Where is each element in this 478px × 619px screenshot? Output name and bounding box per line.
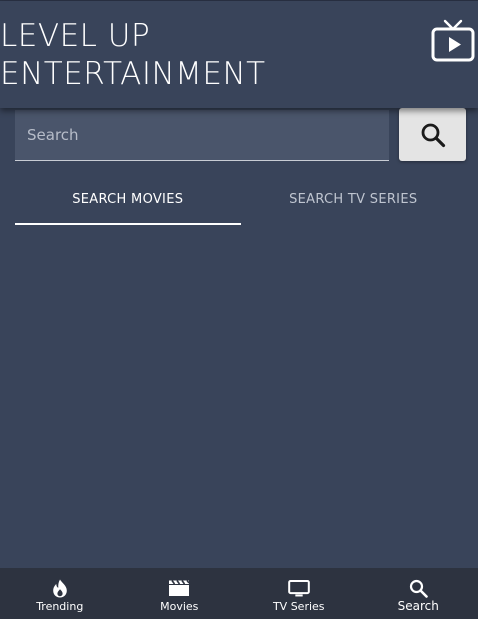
nav-item-trending[interactable]: Trending	[0, 568, 120, 619]
search-tabs: SEARCH MOVIES SEARCH TV SERIES	[15, 178, 466, 226]
nav-item-tv-series[interactable]: TV Series	[239, 568, 359, 619]
tab-search-tv-series[interactable]: SEARCH TV SERIES	[241, 178, 467, 226]
app-header: LEVEL UP ENTERTAINMENT	[0, 1, 478, 108]
search-icon	[409, 579, 428, 598]
active-tab-indicator	[15, 223, 241, 225]
search-results-area	[0, 230, 478, 568]
nav-label-tv-series: TV Series	[272, 600, 325, 613]
nav-label-movies: Movies	[160, 600, 199, 613]
tv-play-icon[interactable]	[430, 19, 476, 63]
search-input[interactable]	[15, 110, 389, 160]
nav-item-search[interactable]: Search	[359, 568, 478, 619]
tv-icon	[287, 579, 310, 596]
tab-label: SEARCH MOVIES	[72, 192, 184, 207]
clapperboard-icon	[169, 579, 190, 596]
search-field	[15, 110, 389, 161]
tab-search-movies[interactable]: SEARCH MOVIES	[15, 178, 241, 226]
bottom-navigation: Trending Movies TV Series Search	[0, 568, 478, 619]
app-title: LEVEL UP ENTERTAINMENT	[0, 18, 266, 92]
nav-label-search: Search	[397, 599, 439, 613]
search-button[interactable]	[399, 108, 466, 161]
nav-label-trending: Trending	[36, 600, 84, 613]
tab-label: SEARCH TV SERIES	[289, 192, 418, 207]
search-row	[15, 108, 466, 162]
nav-item-movies[interactable]: Movies	[120, 568, 240, 619]
flame-icon	[52, 579, 67, 597]
search-icon	[421, 123, 445, 147]
